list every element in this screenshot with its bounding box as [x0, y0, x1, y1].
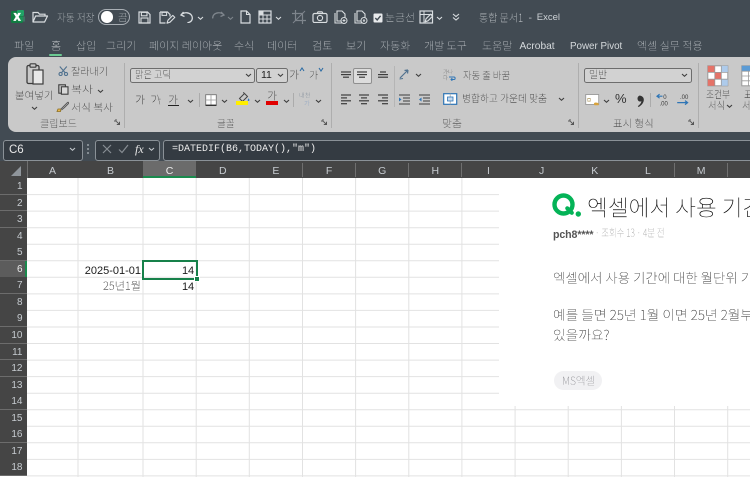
svg-text:¤: ¤ [587, 96, 591, 105]
svg-text:0: 0 [663, 95, 667, 101]
svg-text:.00: .00 [680, 95, 689, 101]
svg-text:.00: .00 [660, 102, 669, 107]
